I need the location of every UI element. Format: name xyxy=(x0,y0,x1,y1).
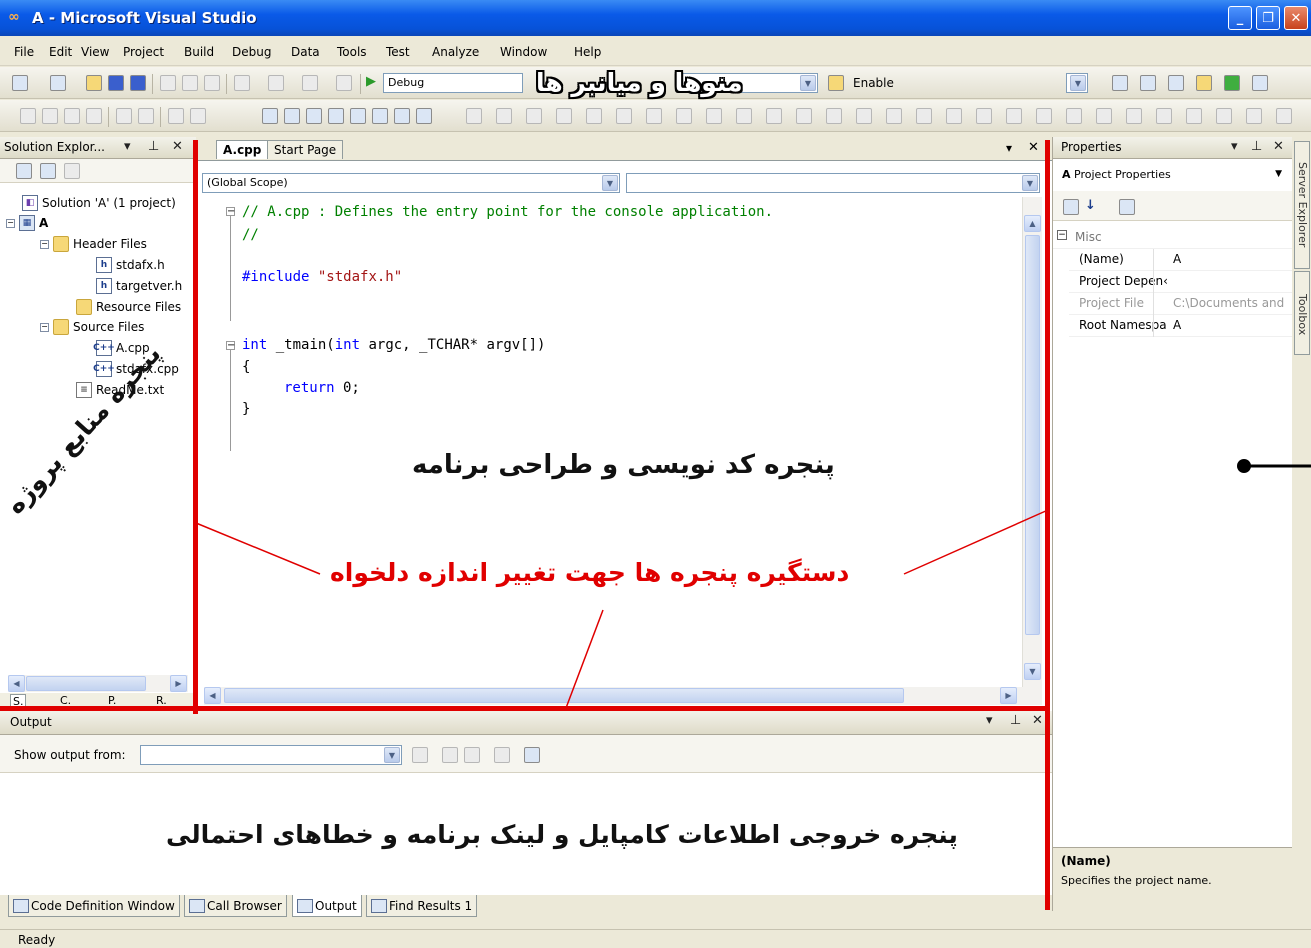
pointer-dot xyxy=(1237,459,1251,473)
annotation-menus-toolbars: منوها و میانبر ها xyxy=(536,68,743,97)
annotation-output-window: پنجره خروجی اطلاعات کامپایل و لینک برنام… xyxy=(166,820,958,849)
annotation-code-window: پنجره کد نویسی و طراحی برنامه xyxy=(412,450,835,480)
annotation-resize-handles: دستگیره پنجره ها جهت تغییر اندازه دلخواه xyxy=(330,558,850,587)
pointer-line xyxy=(903,509,1049,575)
pointer-line xyxy=(195,522,321,575)
pointer-line xyxy=(565,609,604,709)
